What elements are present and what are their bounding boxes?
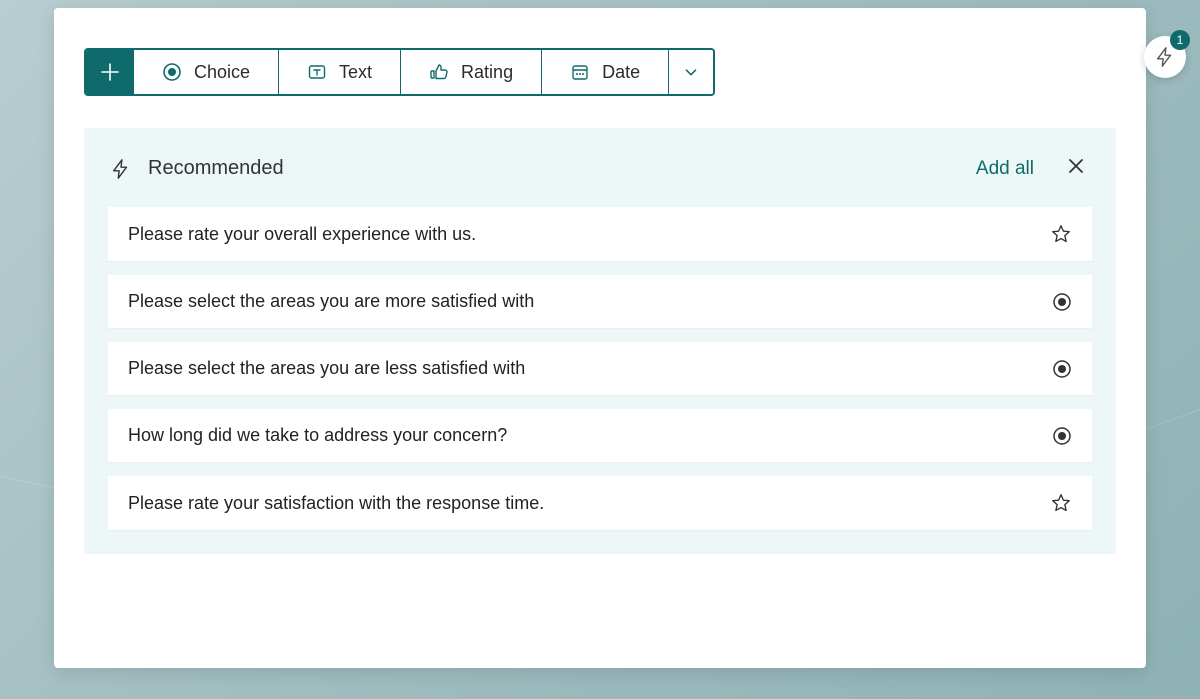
recommended-question-list: Please rate your overall experience with… [108, 207, 1092, 530]
radio-icon [1052, 426, 1072, 446]
close-recommended-button[interactable] [1062, 152, 1090, 185]
text-label: Text [339, 62, 372, 83]
text-icon [307, 62, 327, 82]
date-type-button[interactable]: Date [542, 50, 669, 94]
lightning-icon [1154, 46, 1176, 68]
calendar-icon [570, 62, 590, 82]
date-label: Date [602, 62, 640, 83]
choice-type-button[interactable]: Choice [134, 50, 279, 94]
choice-label: Choice [194, 62, 250, 83]
rating-type-button[interactable]: Rating [401, 50, 542, 94]
radio-icon [1052, 292, 1072, 312]
recommended-question[interactable]: Please select the areas you are less sat… [108, 342, 1092, 395]
recommended-question[interactable]: Please rate your satisfaction with the r… [108, 476, 1092, 530]
recommended-question[interactable]: How long did we take to address your con… [108, 409, 1092, 462]
recommended-header: Recommended Add all [108, 152, 1092, 207]
text-type-button[interactable]: Text [279, 50, 401, 94]
suggestions-floating-button[interactable]: 1 [1144, 36, 1186, 78]
more-types-button[interactable] [669, 50, 713, 94]
rating-label: Rating [461, 62, 513, 83]
recommended-title: Recommended [148, 157, 284, 180]
question-type-toolbar: Choice Text Rating Date [84, 48, 715, 96]
plus-icon [100, 62, 120, 82]
lightning-icon [110, 158, 132, 180]
question-text: Please rate your satisfaction with the r… [128, 493, 1050, 514]
question-text: Please select the areas you are less sat… [128, 358, 1052, 379]
chevron-down-icon [682, 63, 700, 81]
star-icon [1050, 223, 1072, 245]
question-text: Please rate your overall experience with… [128, 224, 1050, 245]
question-text: How long did we take to address your con… [128, 425, 1052, 446]
add-all-button[interactable]: Add all [976, 158, 1034, 180]
star-icon [1050, 492, 1072, 514]
radio-icon [1052, 359, 1072, 379]
thumbs-up-icon [429, 62, 449, 82]
radio-icon [162, 62, 182, 82]
recommended-question[interactable]: Please select the areas you are more sat… [108, 275, 1092, 328]
recommended-panel: Recommended Add all Please rate your ove… [84, 128, 1116, 554]
question-text: Please select the areas you are more sat… [128, 291, 1052, 312]
suggestions-badge: 1 [1170, 30, 1190, 50]
add-question-button[interactable] [86, 50, 134, 94]
close-icon [1066, 156, 1086, 176]
recommended-question[interactable]: Please rate your overall experience with… [108, 207, 1092, 261]
form-builder-card: Choice Text Rating Date [54, 8, 1146, 668]
